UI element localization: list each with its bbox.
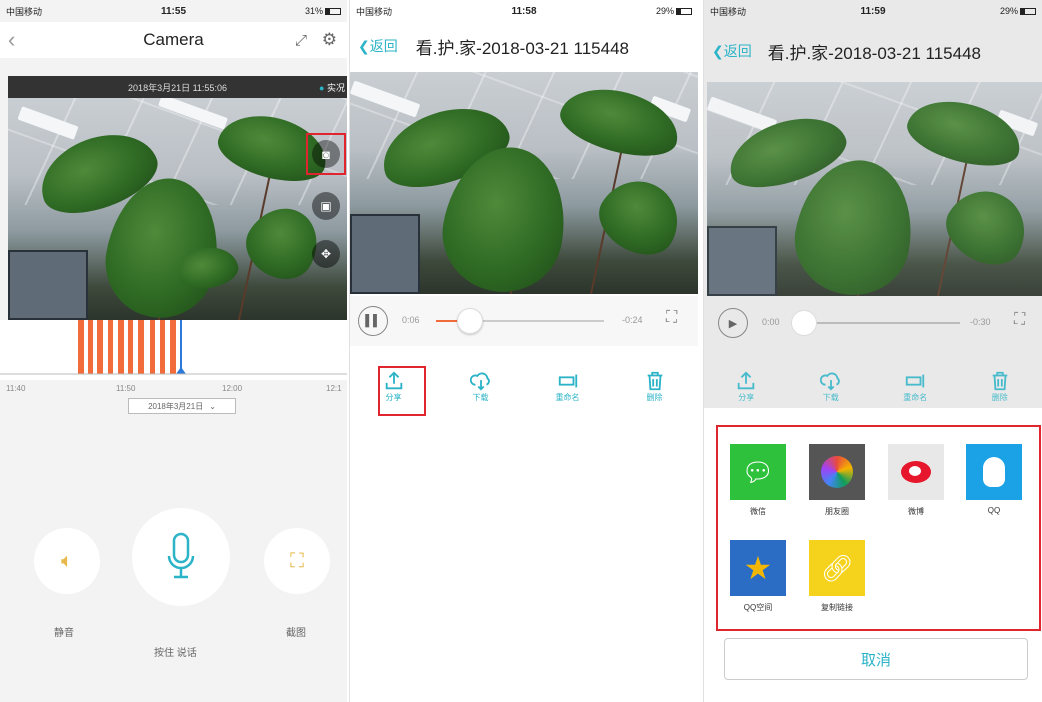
share-target-copy-link[interactable]: 🔗︎ 复制链接	[809, 540, 865, 613]
qq-icon	[966, 444, 1022, 500]
chevron-left-icon: ❮	[358, 38, 370, 54]
battery-icon	[325, 8, 341, 16]
share-button[interactable]: 分享	[721, 370, 771, 403]
seek-track[interactable]	[436, 308, 604, 334]
talk-button[interactable]	[132, 508, 230, 606]
clip-playback-screen: 中国移动 11:58 29% ❮返回 看.护.家-2018-03-21 1154…	[349, 0, 698, 702]
seek-thumb[interactable]	[791, 310, 817, 336]
share-target-weibo[interactable]: 微博	[888, 444, 944, 517]
share-target-wechat[interactable]: 💬︎ 微信	[730, 444, 786, 517]
status-bar: 中国移动 11:58 29%	[350, 0, 698, 22]
video-timestamp: 2018年3月21日 11:55:06	[128, 82, 227, 93]
seek-track[interactable]	[791, 310, 960, 336]
trash-icon	[647, 371, 662, 391]
delete-button[interactable]: 删除	[630, 370, 680, 403]
mute-label: 静音	[54, 628, 74, 639]
share-icon	[738, 371, 755, 390]
mute-button[interactable]: 🔈︎	[34, 528, 100, 594]
page-title: 看.护.家-2018-03-21 115448	[415, 38, 629, 58]
nav-bar: ‹ Camera ⤢ ⚙	[0, 22, 347, 58]
download-button[interactable]: 下载	[806, 370, 856, 403]
clock: 11:59	[860, 5, 886, 17]
timeline[interactable]	[0, 320, 347, 380]
rename-icon	[558, 374, 577, 388]
status-bar: 中国移动 11:59 29%	[704, 0, 1042, 22]
nav-bar: ❮返回 看.护.家-2018-03-21 115448	[350, 22, 698, 70]
action-bar: 分享 下载 重命名 删除	[704, 370, 1042, 403]
moments-icon	[809, 444, 865, 500]
rename-button[interactable]: 重命名	[543, 370, 593, 403]
snapshot-label: 截图	[286, 628, 306, 639]
status-bar: 中国移动 11:55 31%	[0, 0, 347, 22]
link-icon: 🔗︎	[809, 540, 865, 596]
battery-icon	[676, 8, 692, 16]
wechat-icon: 💬︎	[730, 444, 786, 500]
play-button[interactable]: ▶	[718, 308, 748, 338]
record-icon[interactable]: ▣	[312, 192, 340, 220]
battery-percent: 29%	[999, 6, 1018, 16]
share-target-qq[interactable]: QQ	[966, 444, 1022, 515]
highlight-box	[378, 366, 426, 416]
page-title: 看.护.家-2018-03-21 115448	[767, 43, 981, 63]
timestamp-bar: 2018年3月21日 11:55:06 ● 实况	[8, 76, 347, 98]
back-button[interactable]: ❮返回	[712, 41, 752, 61]
clip-video[interactable]	[707, 82, 1042, 296]
player-bar: ▌▌ 0:06 -0:24 ⛶	[350, 296, 698, 346]
fullscreen-icon[interactable]: ⛶	[1014, 311, 1025, 329]
remaining-time: -0:30	[970, 317, 991, 327]
elapsed-time: 0:00	[762, 317, 780, 327]
talk-label: 按住 说话	[154, 648, 197, 659]
rename-button[interactable]: 重命名	[890, 370, 940, 403]
battery-icon	[1020, 8, 1036, 16]
fullscreen-icon[interactable]: ⛶	[666, 309, 677, 327]
carrier-label: 中国移动	[710, 6, 747, 17]
weibo-icon	[888, 444, 944, 500]
share-target-qzone[interactable]: ★ QQ空间	[730, 540, 786, 613]
cancel-button[interactable]: 取消	[724, 638, 1028, 680]
trash-icon	[992, 371, 1008, 391]
battery-percent: 29%	[655, 6, 674, 16]
snapshot-button[interactable]: ⛶	[264, 528, 330, 594]
cloud-download-icon	[819, 372, 840, 391]
clock: 11:55	[160, 5, 187, 17]
chevron-down-icon: ⌄	[209, 401, 216, 411]
live-video[interactable]	[8, 98, 347, 320]
back-button[interactable]: ❮返回	[358, 36, 398, 56]
battery-percent: 31%	[304, 6, 323, 16]
delete-button[interactable]: 删除	[975, 370, 1025, 403]
share-target-moments[interactable]: 朋友圈	[809, 444, 865, 517]
date-select[interactable]: 2018年3月21日 ⌄	[128, 398, 236, 414]
carrier-label: 中国移动	[6, 6, 43, 17]
crop-icon: ⛶	[290, 549, 304, 572]
nav-bar: ❮返回 看.护.家-2018-03-21 115448	[704, 22, 1042, 80]
player-bar: ▶ 0:00 -0:30 ⛶	[704, 298, 1042, 348]
chevron-left-icon: ❮	[712, 43, 724, 59]
rename-icon	[906, 374, 925, 388]
share-sheet-screen: 中国移动 11:59 29% ❮返回 看.护.家-2018-03-21 1154…	[703, 0, 1042, 702]
live-badge: ● 实况	[319, 82, 345, 93]
microphone-icon	[167, 532, 195, 579]
gear-icon[interactable]: ⚙	[322, 30, 337, 50]
clock: 11:58	[511, 5, 537, 17]
download-button[interactable]: 下载	[456, 370, 506, 403]
fullscreen-icon[interactable]: ✥	[312, 240, 340, 268]
expand-icon[interactable]: ⤢	[295, 32, 307, 49]
camera-live-screen: 中国移动 11:55 31% ‹ Camera ⤢ ⚙ 2018年3月21日 1…	[0, 0, 347, 702]
clip-video[interactable]	[350, 72, 698, 294]
highlight-box	[306, 133, 346, 175]
qzone-icon: ★	[730, 540, 786, 596]
timeline-ticks: 11:40 11:50 12:00 12:1	[6, 384, 342, 393]
seek-thumb[interactable]	[456, 308, 483, 334]
timeline-bars	[0, 320, 347, 375]
remaining-time: -0:24	[622, 315, 643, 325]
pause-button[interactable]: ▌▌	[358, 306, 388, 336]
speaker-icon: 🔈︎	[61, 549, 73, 572]
carrier-label: 中国移动	[356, 6, 393, 17]
cloud-download-icon	[469, 372, 490, 391]
elapsed-time: 0:06	[402, 315, 420, 325]
